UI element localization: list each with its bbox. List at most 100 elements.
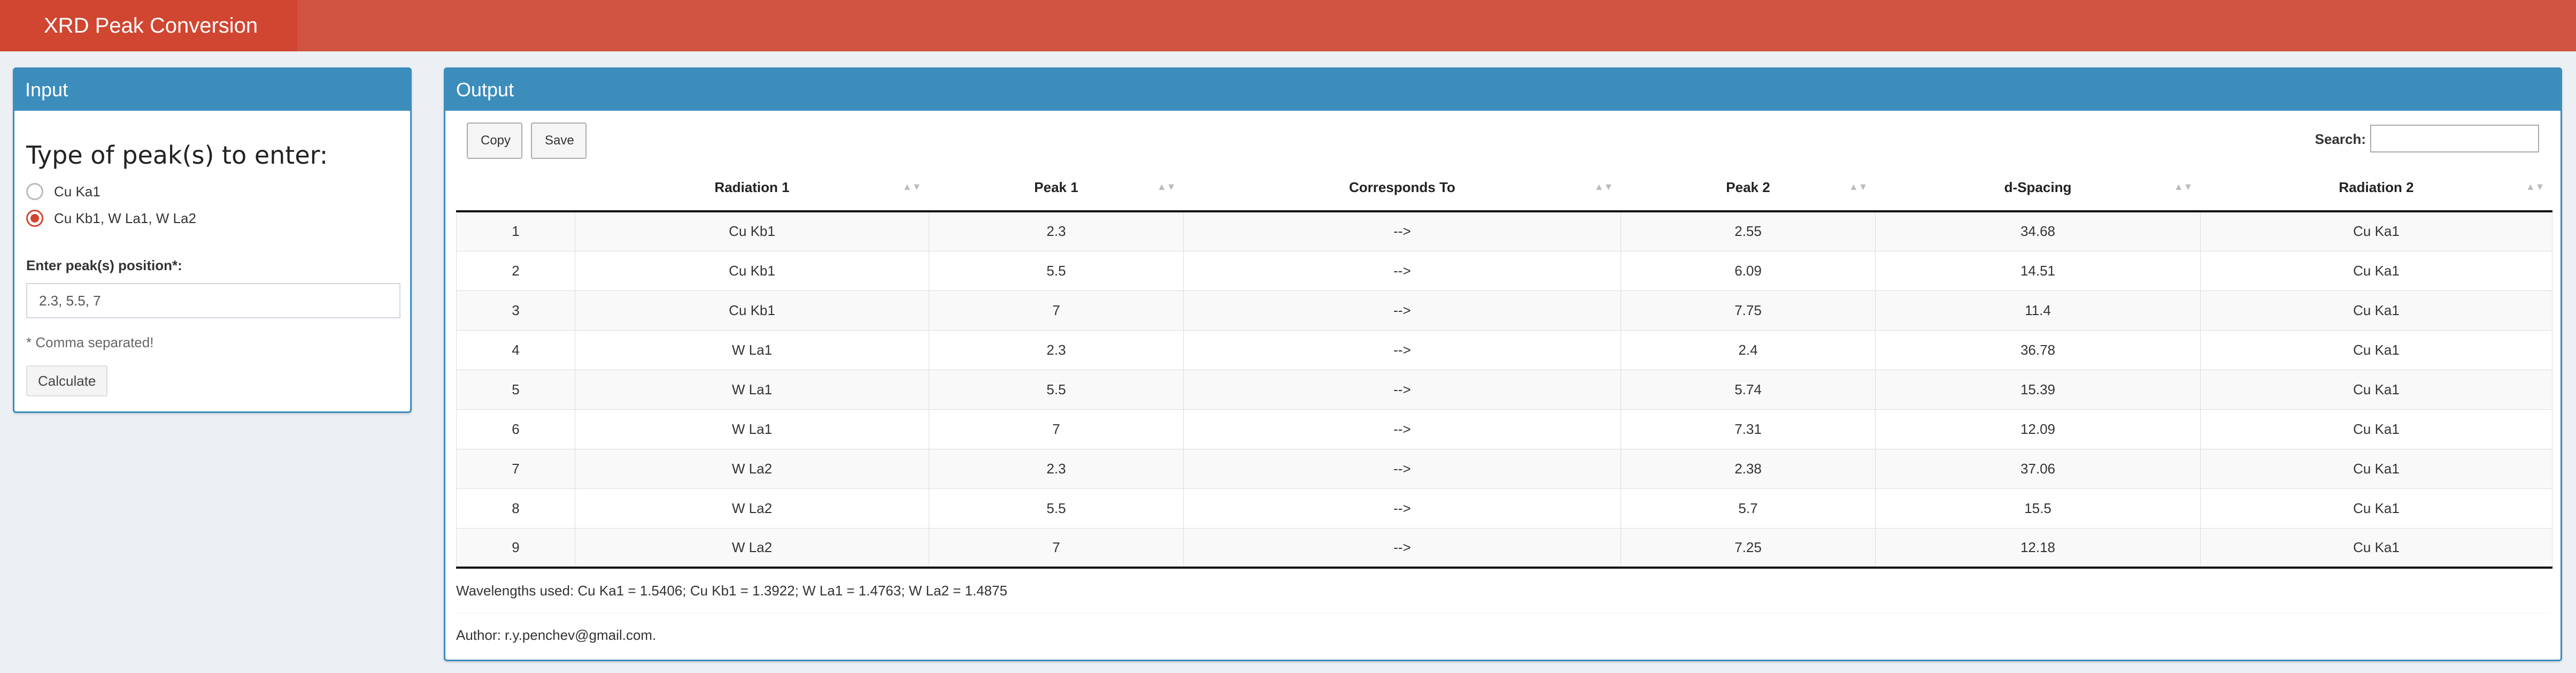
table-cell: 7 (456, 448, 575, 488)
table-cell: W La1 (575, 409, 929, 449)
table-cell: 1 (456, 211, 575, 251)
table-cell: 2.3 (929, 448, 1184, 488)
table-cell: Cu Kb1 (575, 290, 929, 330)
table-toolbar: Copy Save Search: (456, 111, 2550, 164)
radio-button-cu-ka1[interactable] (26, 183, 43, 200)
table-body: 1 Cu Kb1 2.3 --> 2.55 34.68 Cu Ka1 2 Cu Kb1 5.5 --… (456, 211, 2552, 569)
top-navbar: XRD Peak Conversion (0, 0, 2576, 51)
column-header-d-spacing[interactable]: d-Spacing ▲▼ (1875, 164, 2201, 212)
column-header-radiation-1[interactable]: Radiation 1 ▲▼ (575, 164, 929, 212)
table-cell: 2.55 (1621, 211, 1876, 251)
table-row: 3 Cu Kb1 7 --> 7.75 11.4 Cu Ka1 (456, 290, 2552, 330)
table-cell: --> (1183, 290, 1621, 330)
results-table: Radiation 1 ▲▼ Peak 1 ▲▼ Corresponds To ▲▼ … (456, 164, 2552, 569)
sort-icon: ▲▼ (902, 181, 922, 192)
column-header-corresponds-to[interactable]: Corresponds To ▲▼ (1183, 164, 1621, 212)
table-cell: Cu Ka1 (2200, 330, 2552, 370)
table-cell: 34.68 (1875, 211, 2201, 251)
table-cell: Cu Ka1 (2200, 250, 2552, 290)
peak-type-label: Type of peak(s) to enter: (26, 141, 328, 170)
table-cell: W La1 (575, 369, 929, 409)
table-cell: 2.3 (929, 330, 1184, 370)
search-label: Search: (2315, 131, 2366, 147)
table-cell: 15.5 (1875, 488, 2201, 528)
table-cell: Cu Ka1 (2200, 448, 2552, 488)
table-cell: 2.3 (929, 211, 1184, 251)
author-note: Author: r.y.penchev@gmail.com. (456, 613, 2550, 656)
sort-icon: ▲▼ (1848, 181, 1868, 192)
table-cell: 5.7 (1621, 488, 1876, 528)
sort-icon: ▲▼ (2173, 181, 2193, 192)
table-row: 1 Cu Kb1 2.3 --> 2.55 34.68 Cu Ka1 (456, 211, 2552, 251)
table-row: 7W La2 2.3 --> 2.38 37.06 Cu Ka1 (456, 448, 2552, 488)
table-cell: 6.09 (1621, 250, 1876, 290)
column-header-peak-1[interactable]: Peak 1 ▲▼ (929, 164, 1184, 212)
table-cell: 15.39 (1875, 369, 2201, 409)
table-header-row: Radiation 1 ▲▼ Peak 1 ▲▼ Corresponds To ▲▼ … (456, 164, 2552, 212)
table-cell: 12.18 (1875, 527, 2201, 569)
calculate-button[interactable]: Calculate (26, 365, 108, 396)
table-cell: --> (1183, 409, 1621, 449)
table-cell: 5.5 (929, 250, 1184, 290)
radio-option-cu-ka1[interactable]: Cu Ka1 (26, 178, 398, 205)
peak-position-label: Enter peak(s) position*: (26, 257, 182, 273)
table-cell: 2 (456, 250, 575, 290)
table-row: 8W La2 5.5 --> 5.7 15.5 Cu Ka1 (456, 488, 2552, 528)
output-panel: Output Copy Save Search: Radiation 1 ▲▼ P… (444, 67, 2562, 661)
table-cell: 7.25 (1621, 527, 1876, 569)
sort-icon: ▲▼ (2525, 181, 2545, 192)
wavelengths-note: Wavelengths used: Cu Ka1 = 1.5406; Cu Kb… (456, 583, 1008, 599)
table-cell: 12.09 (1875, 409, 2201, 449)
table-cell: --> (1183, 448, 1621, 488)
table-cell: 7 (929, 409, 1184, 449)
table-cell: 6 (456, 409, 575, 449)
table-row: 4W La1 2.3 --> 2.4 36.78 Cu Ka1 (456, 330, 2552, 370)
table-cell: 7 (929, 290, 1184, 330)
radio-button-cu-kb1-w-la1-w-la2[interactable] (26, 210, 43, 227)
table-cell: W La1 (575, 330, 929, 370)
peak-position-input[interactable]: 2.3, 5.5, 7 (26, 283, 400, 318)
table-cell: 5.5 (929, 369, 1184, 409)
table-cell: Cu Kb1 (575, 250, 929, 290)
sort-icon: ▲▼ (1156, 181, 1176, 192)
save-button[interactable]: Save (531, 123, 587, 159)
table-cell: 7.75 (1621, 290, 1876, 330)
table-cell: --> (1183, 369, 1621, 409)
table-cell: Cu Ka1 (2200, 488, 2552, 528)
input-panel-header: Input (14, 69, 410, 111)
table-cell: --> (1183, 488, 1621, 528)
table-cell: 4 (456, 330, 575, 370)
column-header-index[interactable] (456, 164, 575, 212)
table-cell: 11.4 (1875, 290, 2201, 330)
table-cell: 37.06 (1875, 448, 2201, 488)
column-header-peak-2[interactable]: Peak 2 ▲▼ (1621, 164, 1876, 212)
table-cell: W La2 (575, 488, 929, 528)
table-cell: 5 (456, 369, 575, 409)
table-cell: Cu Ka1 (2200, 527, 2552, 569)
table-row: 6W La1 7 --> 7.31 12.09 Cu Ka1 (456, 409, 2552, 449)
table-cell: --> (1183, 211, 1621, 251)
table-cell: --> (1183, 527, 1621, 569)
table-cell: 5.5 (929, 488, 1184, 528)
table-cell: W La2 (575, 527, 929, 569)
table-cell: Cu Ka1 (2200, 409, 2552, 449)
radio-label-cu-kb1-w-la1-w-la2: Cu Kb1, W La1, W La2 (54, 210, 196, 226)
table-cell: 2.38 (1621, 448, 1876, 488)
comma-separated-hint: * Comma separated! (26, 334, 154, 350)
table-cell: Cu Kb1 (575, 211, 929, 251)
table-cell: W La2 (575, 448, 929, 488)
radio-option-cu-kb1-w-la1-w-la2[interactable]: Cu Kb1, W La1, W La2 (26, 205, 398, 232)
table-cell: 14.51 (1875, 250, 2201, 290)
table-cell: 5.74 (1621, 369, 1876, 409)
table-cell: 3 (456, 290, 575, 330)
table-row: 2 Cu Kb1 5.5 --> 6.09 14.51 Cu Ka1 (456, 250, 2552, 290)
table-cell: 9 (456, 527, 575, 569)
table-cell: --> (1183, 330, 1621, 370)
column-header-radiation-2[interactable]: Radiation 2 ▲▼ (2200, 164, 2552, 212)
table-cell: Cu Ka1 (2200, 290, 2552, 330)
app-title: XRD Peak Conversion (0, 0, 297, 51)
copy-button[interactable]: Copy (467, 123, 522, 159)
radio-label-cu-ka1: Cu Ka1 (54, 183, 101, 200)
table-cell: 8 (456, 488, 575, 528)
search-input[interactable] (2370, 125, 2539, 152)
